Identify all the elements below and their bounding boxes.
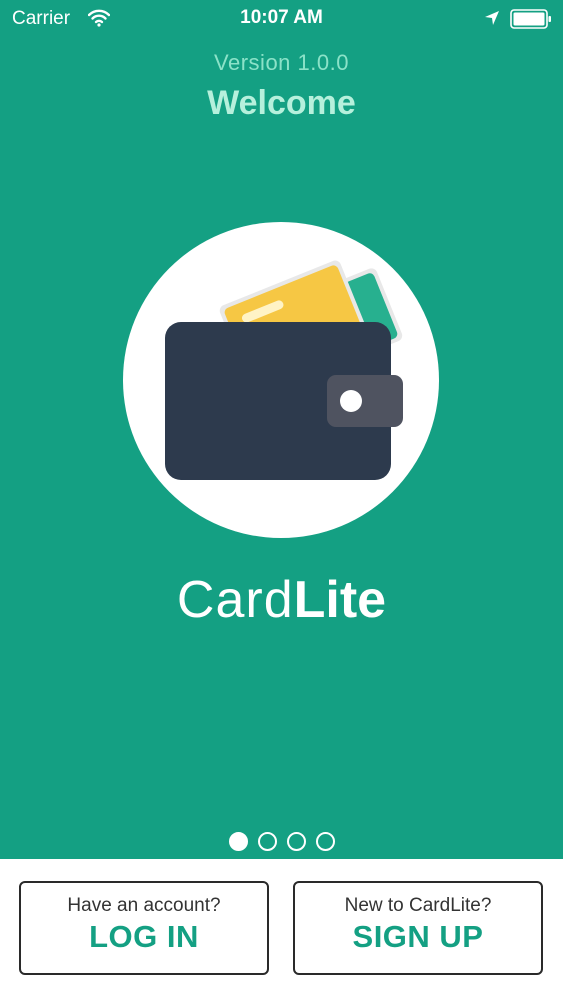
page-indicator [0, 832, 563, 856]
brand-name: CardLite [0, 570, 563, 630]
version-label: Version 1.0.0 [214, 50, 349, 75]
auth-panel: Have an account? LOG IN New to CardLite?… [0, 859, 563, 1000]
login-button[interactable]: Have an account? LOG IN [19, 881, 269, 975]
signup-label: SIGN UP [352, 919, 484, 954]
wallet-icon [165, 260, 403, 480]
brand-name-light: Card [176, 571, 294, 629]
page-dot-1[interactable] [228, 832, 248, 851]
login-label: LOG IN [89, 919, 199, 954]
battery-icon [510, 9, 551, 29]
page-dot-2[interactable] [257, 832, 277, 851]
signup-button[interactable]: New to CardLite? SIGN UP [293, 881, 543, 975]
signup-caption: New to CardLite? [344, 895, 492, 916]
status-time: 10:07 AM [240, 7, 323, 28]
brand-name-bold: Lite [293, 571, 387, 629]
page-dot-4[interactable] [315, 832, 335, 851]
page-dot-3[interactable] [286, 832, 306, 851]
status-bar: Carrier 10:07 AM [0, 0, 563, 38]
location-icon [485, 11, 499, 25]
login-caption: Have an account? [67, 895, 221, 916]
page-title: Welcome [207, 84, 356, 122]
